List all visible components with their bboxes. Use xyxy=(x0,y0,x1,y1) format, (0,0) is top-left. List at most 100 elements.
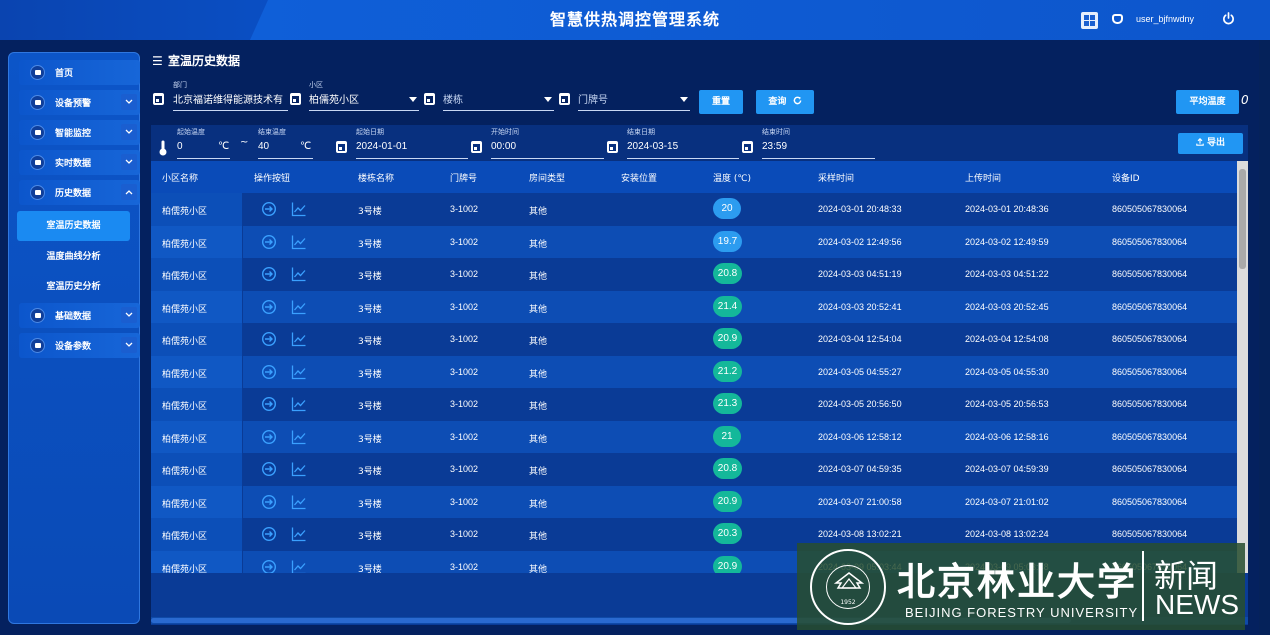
chevron-down-icon[interactable] xyxy=(121,154,137,170)
query-button[interactable]: 查询 xyxy=(756,90,814,114)
building-cell: 3号楼 xyxy=(358,207,382,217)
login-arrow-icon[interactable] xyxy=(261,234,277,250)
device-id-cell: 860505067830064 xyxy=(1112,431,1188,442)
sidebar-subitem[interactable]: 室温历史分析 xyxy=(17,272,130,302)
login-arrow-icon[interactable] xyxy=(261,364,277,380)
login-arrow-icon[interactable] xyxy=(261,396,277,412)
end-time-label: 结束时间 xyxy=(762,128,790,136)
column-header[interactable]: 温度 (℃) xyxy=(713,171,751,184)
column-header[interactable]: 上传时间 xyxy=(965,171,1001,184)
line-chart-icon[interactable] xyxy=(291,364,307,380)
field-underline xyxy=(627,158,739,159)
door-number-cell: 3-1002 xyxy=(450,334,479,344)
line-chart-icon[interactable] xyxy=(291,559,307,574)
table-row[interactable]: 柏儒苑小区 3号楼 3-1002 其他 2024-03-05 04:55:27 2024-… xyxy=(151,355,1237,388)
community-select[interactable]: 小区 柏儒苑小区 xyxy=(309,80,419,111)
upload-time-cell: 2024-03-05 04:55:30 xyxy=(965,366,1049,377)
vertical-scrollbar[interactable] xyxy=(1237,161,1248,573)
table-row[interactable]: 柏儒苑小区 3号楼 3-1002 其他 2024-03-03 04:51:19 2024-… xyxy=(151,258,1237,291)
login-arrow-icon[interactable] xyxy=(261,494,277,510)
table-row[interactable]: 柏儒苑小区 3号楼 3-1002 其他 2024-03-07 04:59:35 2024-… xyxy=(151,453,1237,486)
start-temperature-input[interactable]: 起始温度 0 ℃ xyxy=(177,127,230,159)
login-arrow-icon[interactable] xyxy=(261,429,277,445)
table-row[interactable]: 柏儒苑小区 3号楼 3-1002 其他 2024-03-05 20:56:50 2024-… xyxy=(151,388,1237,421)
door-number-select[interactable]: 门牌号 xyxy=(578,80,690,111)
username[interactable]: user_bjfnwdny xyxy=(1136,14,1194,24)
end-temperature-input[interactable]: 结束温度 40 ℃ xyxy=(258,127,313,159)
sidebar-item[interactable]: 实时数据 xyxy=(19,150,140,175)
sidebar-item[interactable]: 设备预警 xyxy=(19,90,140,115)
line-chart-icon[interactable] xyxy=(291,526,307,542)
column-header[interactable]: 采样时间 xyxy=(818,171,854,184)
sidebar-item[interactable]: 智能监控 xyxy=(19,120,140,145)
chevron-down-icon[interactable] xyxy=(121,307,137,323)
column-header[interactable]: 安装位置 xyxy=(621,171,657,184)
chevron-down-icon[interactable] xyxy=(121,124,137,140)
line-chart-icon[interactable] xyxy=(291,461,307,477)
sidebar-item[interactable]: 历史数据 xyxy=(19,180,140,205)
power-icon[interactable] xyxy=(1222,12,1235,25)
line-chart-icon[interactable] xyxy=(291,331,307,347)
upload-icon xyxy=(1196,138,1204,146)
end-date-input[interactable]: 结束日期 2024-03-15 xyxy=(627,127,739,159)
sidebar-item[interactable]: 首页 xyxy=(19,60,140,85)
department-select[interactable]: 部门 北京福诺维得能源技术有 xyxy=(173,80,288,111)
login-arrow-icon[interactable] xyxy=(261,266,277,282)
door-number-cell: 3-1002 xyxy=(450,464,479,474)
line-chart-icon[interactable] xyxy=(291,299,307,315)
login-arrow-icon[interactable] xyxy=(261,559,277,574)
sidebar-subitem[interactable]: 温度曲线分析 xyxy=(17,242,130,272)
sidebar-subitem[interactable]: 室温历史数据 xyxy=(17,211,130,241)
temperature-badge: 19.7 xyxy=(713,230,742,252)
end-time-input[interactable]: 结束时间 23:59 xyxy=(762,127,875,159)
community-cell: 柏儒苑小区 xyxy=(162,207,208,217)
field-underline xyxy=(173,110,288,111)
line-chart-icon[interactable] xyxy=(291,429,307,445)
temperature-badge: 20.8 xyxy=(713,263,742,284)
range-tilde: ~ xyxy=(240,137,249,148)
column-header[interactable]: 楼栋名称 xyxy=(358,171,394,184)
login-arrow-icon[interactable] xyxy=(261,201,277,217)
start-date-input[interactable]: 起始日期 2024-01-01 xyxy=(356,127,468,159)
start-temperature-label: 起始温度 xyxy=(177,128,205,136)
login-arrow-icon[interactable] xyxy=(261,461,277,477)
door-number-placeholder: 门牌号 xyxy=(578,95,608,106)
login-arrow-icon[interactable] xyxy=(261,331,277,347)
line-chart-icon[interactable] xyxy=(291,396,307,412)
calendar-icon xyxy=(290,93,301,105)
export-button[interactable]: 导出 xyxy=(1178,133,1243,154)
table-row[interactable]: 柏儒苑小区 3号楼 3-1002 其他 2024-03-02 12:49:56 2024-… xyxy=(151,225,1237,258)
alert-icon xyxy=(30,95,45,110)
chevron-down-icon[interactable] xyxy=(121,337,137,353)
login-arrow-icon[interactable] xyxy=(261,299,277,315)
average-temperature-button[interactable]: 平均温度 xyxy=(1176,90,1239,114)
chevron-up-icon[interactable] xyxy=(121,184,137,200)
community-cell: 柏儒苑小区 xyxy=(162,239,208,250)
building-select[interactable]: 楼栋 xyxy=(443,80,554,111)
column-header[interactable]: 房间类型 xyxy=(529,171,565,184)
table-row[interactable]: 柏儒苑小区 3号楼 3-1002 其他 2024-03-07 21:00:58 2024-… xyxy=(151,485,1237,518)
column-header[interactable]: 设备ID xyxy=(1112,171,1140,184)
table-row[interactable]: 柏儒苑小区 3号楼 3-1002 其他 2024-03-04 12:54:04 2024-… xyxy=(151,323,1237,356)
table-row[interactable]: 柏儒苑小区 3号楼 3-1002 其他 2024-03-03 20:52:41 2024-… xyxy=(151,290,1237,323)
table-row[interactable]: 柏儒苑小区 3号楼 3-1002 其他 2024-03-06 12:58:12 2024-… xyxy=(151,420,1237,453)
sidebar-item-label: 设备参数 xyxy=(55,342,92,352)
line-chart-icon[interactable] xyxy=(291,266,307,282)
column-header[interactable]: 操作按钮 xyxy=(254,171,290,184)
line-chart-icon[interactable] xyxy=(291,234,307,250)
upload-time-cell: 2024-03-01 20:48:36 xyxy=(965,204,1049,214)
scrollbar-thumb[interactable] xyxy=(1239,169,1246,269)
column-header[interactable]: 小区名称 xyxy=(162,171,198,184)
apps-grid-icon[interactable] xyxy=(1081,12,1098,29)
login-arrow-icon[interactable] xyxy=(261,526,277,542)
reset-button[interactable]: 重置 xyxy=(699,90,743,114)
line-chart-icon[interactable] xyxy=(291,494,307,510)
line-chart-icon[interactable] xyxy=(291,201,307,217)
chevron-down-icon[interactable] xyxy=(121,94,137,110)
sidebar-item[interactable]: 设备参数 xyxy=(19,333,140,358)
start-time-input[interactable]: 开始时间 00:00 xyxy=(491,127,604,159)
column-header[interactable]: 门牌号 xyxy=(450,171,477,184)
start-time-label: 开始时间 xyxy=(491,128,519,136)
table-row[interactable]: 柏儒苑小区 3号楼 3-1002 其他 2024-03-01 20:48:33 2024-… xyxy=(151,193,1237,226)
sidebar-item[interactable]: 基础数据 xyxy=(19,303,140,328)
